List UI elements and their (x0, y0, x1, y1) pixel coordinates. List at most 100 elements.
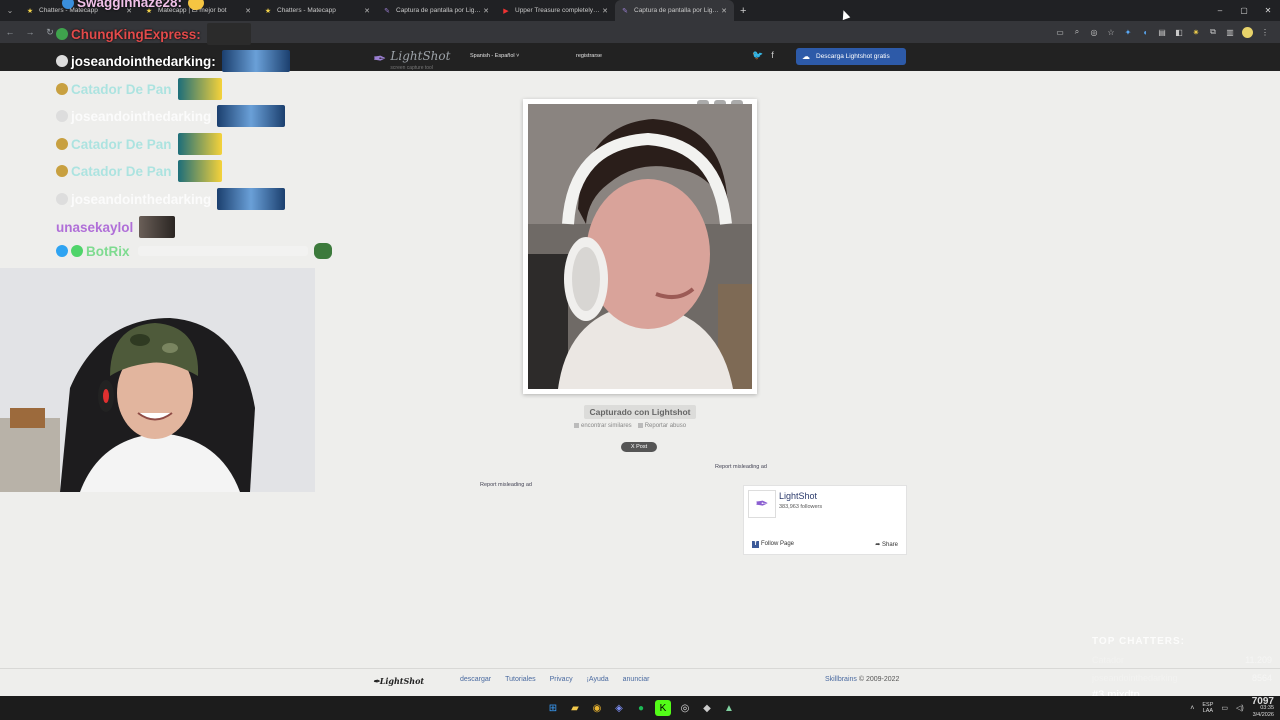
webcam-video (0, 268, 315, 492)
lightshot-feather-icon[interactable]: ✒ (748, 490, 776, 518)
extension-icon[interactable]: ✷ (1191, 28, 1201, 37)
discord-icon[interactable]: ◈ (611, 700, 627, 716)
menu-icon[interactable]: ⋮ (1260, 28, 1270, 37)
chat-badge-icon (56, 28, 68, 40)
chat-message: joseandointhedarking (56, 188, 286, 210)
system-clock[interactable]: 7097 03:35 3/4/2026 (1252, 696, 1274, 719)
lightshot-logo[interactable]: ✒ LightShot screen capture tool (373, 47, 450, 71)
language-indicator[interactable]: ESP LAA (1202, 702, 1213, 714)
start-icon[interactable]: ⊞ (545, 700, 561, 716)
footer-link-privacy[interactable]: Privacy (550, 676, 573, 683)
network-icon[interactable]: ▭ (1221, 704, 1228, 712)
maximize-button[interactable]: ▢ (1232, 0, 1256, 21)
tab-favicon-icon: ★ (26, 7, 34, 15)
top-chatter-name: Catador (1092, 655, 1125, 665)
browser-tab[interactable]: ★ Chatters - Matecapp ✕ (258, 0, 377, 21)
browser-tab-active[interactable]: ✎ Captura de pantalla por Lightshot✕ (615, 0, 734, 21)
minimize-button[interactable]: – (1208, 0, 1232, 21)
tab-favicon-icon: ✎ (622, 7, 628, 15)
app-icon[interactable]: ◆ (699, 700, 715, 716)
close-window-button[interactable]: ✕ (1256, 0, 1280, 21)
sidepanel-icon[interactable]: ▥ (1225, 28, 1235, 37)
brand-tagline: screen capture tool (390, 65, 433, 71)
new-tab-button[interactable]: + (740, 5, 746, 17)
captured-label: Capturado con Lightshot (584, 405, 696, 419)
tab-close-icon[interactable]: ✕ (482, 7, 490, 15)
chat-username: joseandointhedarking (71, 191, 212, 207)
find-similar-link[interactable]: encontrar similares (574, 423, 632, 429)
tab-search-icon[interactable]: ⌄ (0, 6, 20, 15)
footer-link-help[interactable]: ¡Ayuda (587, 676, 609, 683)
zoom-icon[interactable]: ⌕ (1072, 27, 1082, 37)
forward-icon[interactable]: → (20, 27, 40, 37)
chat-message-text (137, 246, 308, 256)
car-emote-icon (217, 188, 286, 210)
tab-close-icon[interactable]: ✕ (720, 7, 728, 15)
cast-icon[interactable]: ▭ (1055, 28, 1065, 37)
footer-logo[interactable]: ✒LightShot (373, 676, 424, 686)
emote-icon (313, 243, 332, 259)
cat-emote-icon (139, 216, 176, 238)
verified-icon (71, 245, 83, 257)
screenshot-image[interactable] (528, 104, 752, 389)
report-misleading-ad-link[interactable]: Report misleading ad (715, 464, 767, 470)
top-chatter-count: 11.209 (1245, 655, 1272, 665)
fb-share-label: Share (881, 542, 898, 548)
language-selector[interactable]: Spanish - Español ˅ (470, 53, 519, 59)
tab-close-icon[interactable]: ✕ (363, 7, 371, 15)
report-misleading-ad-link[interactable]: Report misleading ad (480, 482, 532, 488)
chat-username: Catador De Pan (71, 163, 172, 179)
eye-off-icon[interactable]: ◎ (1089, 28, 1099, 37)
fb-page-title[interactable]: LightShot (779, 491, 817, 501)
top-chatter-name: joseandointhedarking (1092, 673, 1178, 683)
footer-link-advertise[interactable]: anunciar (623, 676, 650, 683)
download-button-label: Descarga Lightshot gratis (816, 53, 890, 60)
report-abuse-link[interactable]: Reportar abuso (637, 423, 686, 429)
fb-follow-button[interactable]: f Follow Page (752, 541, 794, 548)
spotify-icon[interactable]: ● (633, 700, 649, 716)
volume-icon[interactable]: ◁) (1236, 704, 1244, 712)
footer-link-download[interactable]: descargar (460, 676, 491, 683)
extension-icon[interactable]: ▤ (1157, 28, 1167, 37)
back-icon[interactable]: ← (0, 27, 20, 37)
emote-icon (177, 133, 222, 155)
register-link[interactable]: registrarse (576, 53, 602, 59)
chat-message: BotRix (56, 243, 332, 259)
taskbar-apps: ⊞ ▰ ◉ ◈ ● K ◎ ◆ ▲ (545, 700, 737, 716)
puzzle-icon[interactable]: ⧉ (1208, 27, 1218, 37)
chrome-icon[interactable]: ◉ (589, 700, 605, 716)
tray-chevron-icon[interactable]: ˄ (1190, 705, 1194, 712)
top-chatter-row: joseandointhedarking 8564 (1092, 673, 1272, 683)
browser-tab[interactable]: ✎ Captura de pantalla por Lightshot✕ (377, 0, 496, 21)
extension-icon[interactable]: ◖ (1140, 28, 1150, 37)
twitter-icon[interactable]: 🐦 (752, 50, 763, 61)
language-bottom: LAA (1202, 708, 1214, 714)
file-explorer-icon[interactable]: ▰ (567, 700, 583, 716)
browser-tab[interactable]: ▶ Upper Treasure completely Ov ✕ (496, 0, 615, 21)
tab-close-icon[interactable]: ✕ (601, 7, 609, 15)
footer-link-tutorials[interactable]: Tutoriales (505, 676, 535, 683)
footer-divider (0, 668, 1280, 669)
chat-message: joseandointhedarking (56, 105, 286, 127)
extension-icon[interactable]: ◧ (1174, 28, 1184, 37)
emote-icon (177, 160, 222, 182)
chat-message: Catador De Pan (56, 133, 222, 155)
app-icon[interactable]: ▲ (721, 700, 737, 716)
fb-followers-count: 383,963 followers (779, 504, 823, 510)
screenshot-actions: encontrar similares Reportar abuso (574, 423, 686, 429)
facebook-icon[interactable]: f (771, 50, 774, 61)
skillbrains-link[interactable]: Skillbrains (825, 676, 857, 683)
download-button[interactable]: ☁ Descarga Lightshot gratis (796, 48, 906, 65)
bookmark-star-icon[interactable]: ☆ (1106, 28, 1116, 37)
image-icon (574, 423, 579, 428)
tab-close-icon[interactable]: ✕ (244, 7, 252, 15)
obs-icon[interactable]: ◎ (677, 700, 693, 716)
x-post-button[interactable]: X Post (621, 442, 657, 452)
profile-avatar[interactable] (1242, 26, 1253, 38)
extensions-bar: ▭ ⌕ ◎ ☆ ✦ ◖ ▤ ◧ ✷ ⧉ ▥ ⋮ (1055, 21, 1270, 43)
fb-share-button[interactable]: ➦ Share (875, 541, 898, 548)
kick-icon[interactable]: K (655, 700, 671, 716)
windows-taskbar: ⊞ ▰ ◉ ◈ ● K ◎ ◆ ▲ ˄ ESP LAA ▭ ◁) 7097 03:… (0, 696, 1280, 720)
clock-date: 3/4/2026 (1252, 711, 1274, 718)
extension-icon[interactable]: ✦ (1123, 28, 1133, 37)
